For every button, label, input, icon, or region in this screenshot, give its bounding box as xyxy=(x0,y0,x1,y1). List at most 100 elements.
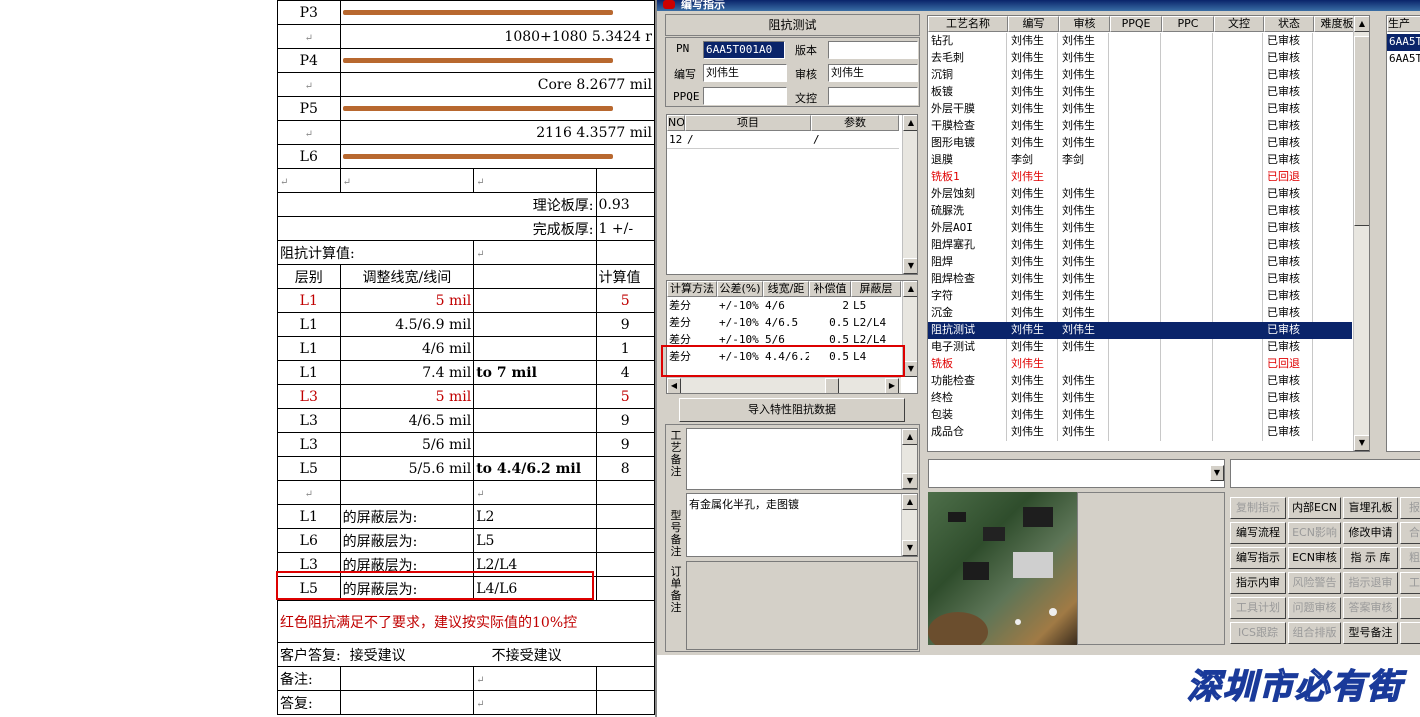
process-col-header[interactable]: 状态 xyxy=(1264,16,1314,32)
process-row[interactable]: 功能检查 刘伟生 刘伟生 已审核 xyxy=(928,373,1359,390)
action-button[interactable]: 指 示 库 xyxy=(1343,547,1398,569)
param-row[interactable]: 12 / / xyxy=(667,132,899,149)
process-row[interactable]: 外层蚀刻 刘伟生 刘伟生 已审核 xyxy=(928,186,1359,203)
action-button[interactable]: 合拼 xyxy=(1400,522,1420,544)
action-button[interactable] xyxy=(1400,622,1420,644)
model-note-textarea[interactable]: 有金属化半孔，走图镀 ▲ ▼ xyxy=(686,493,918,557)
scroll-up-icon[interactable]: ▲ xyxy=(902,429,917,445)
process-row[interactable]: 阻焊塞孔 刘伟生 刘伟生 已审核 xyxy=(928,237,1359,254)
impedance-row[interactable]: 差分 +/-10% 5/6 0.5 L2/L4 xyxy=(667,332,901,349)
production-list[interactable]: 生产 6AA5T0 6AA5T0 xyxy=(1386,15,1420,452)
process-row[interactable]: 电子测试 刘伟生 刘伟生 已审核 xyxy=(928,339,1359,356)
action-button[interactable]: 指示内审 xyxy=(1230,572,1286,594)
action-button[interactable]: 型号备注 xyxy=(1343,622,1398,644)
process-row[interactable]: 去毛刺 刘伟生 刘伟生 已审核 xyxy=(928,50,1359,67)
action-button[interactable]: 复制指示 xyxy=(1230,497,1286,519)
process-row[interactable]: 阻焊 刘伟生 刘伟生 已审核 xyxy=(928,254,1359,271)
action-button[interactable]: 报价 xyxy=(1400,497,1420,519)
imp-col-comp[interactable]: 补偿值 xyxy=(809,281,851,297)
ppqe-field[interactable] xyxy=(703,87,787,105)
impedance-row[interactable]: 差分 +/-10% 4.4/6.2 0.5 L4 xyxy=(667,349,901,366)
window-titlebar[interactable]: 编写指示 xyxy=(657,0,1420,11)
process-row[interactable]: 阻抗测试 刘伟生 刘伟生 已审核 xyxy=(928,322,1352,339)
process-col-header[interactable]: PPQE xyxy=(1110,16,1162,32)
accept-option[interactable]: 接受建议 xyxy=(350,648,406,664)
process-scrollbar[interactable]: ▲ ▼ xyxy=(1353,16,1369,451)
combo-box-left[interactable]: ▼ xyxy=(928,459,1225,488)
action-button[interactable]: ECN影响 xyxy=(1288,522,1341,544)
param-col-no[interactable]: NO xyxy=(667,115,685,131)
reject-option[interactable]: 不接受建议 xyxy=(492,648,562,664)
chevron-down-icon[interactable]: ▼ xyxy=(1210,465,1224,481)
parameter-grid[interactable]: NO 项目 参数 12 / / ▲ ▼ xyxy=(666,114,918,275)
process-row[interactable]: 退膜 李剑 李剑 已审核 xyxy=(928,152,1359,169)
action-button[interactable]: 指示退审 xyxy=(1343,572,1398,594)
action-button[interactable]: 粗略 xyxy=(1400,547,1420,569)
editor-field[interactable]: 刘伟生 xyxy=(703,64,787,82)
action-button[interactable]: 盲埋孔板 xyxy=(1343,497,1398,519)
process-col-header[interactable]: 文控 xyxy=(1214,16,1264,32)
scroll-thumb[interactable] xyxy=(1354,36,1369,226)
action-button[interactable]: 修改申请 xyxy=(1343,522,1398,544)
pn-field[interactable]: 6AA5T001A0 xyxy=(703,41,785,59)
scroll-down-icon[interactable]: ▼ xyxy=(902,473,917,489)
production-header[interactable]: 生产 xyxy=(1387,16,1420,32)
impedance-row[interactable]: 差分 +/-10% 4/6.5 0.5 L2/L4 xyxy=(667,315,901,332)
imp-col-width[interactable]: 线宽/距 xyxy=(763,281,809,297)
process-row[interactable]: 铣板 刘伟生 已回退 xyxy=(928,356,1359,373)
action-button[interactable]: 编写流程 xyxy=(1230,522,1286,544)
process-grid[interactable]: 工艺名称 编写 审核 PPQE PPC 文控 状态 难度板 钻孔 刘伟生 刘伟生 已审核 去毛刺 刘伟生… xyxy=(927,15,1370,452)
imp-hscrollbar[interactable]: ◀ ▶ xyxy=(667,377,901,393)
action-button[interactable]: 内部ECN xyxy=(1288,497,1341,519)
process-row[interactable]: 包装 刘伟生 刘伟生 已审核 xyxy=(928,407,1359,424)
scroll-left-icon[interactable]: ◀ xyxy=(667,378,681,393)
scroll-up-icon[interactable]: ▲ xyxy=(1354,16,1369,32)
process-row[interactable]: 阻焊检查 刘伟生 刘伟生 已审核 xyxy=(928,271,1359,288)
production-item[interactable]: 6AA5T0 xyxy=(1387,51,1420,68)
doc-control-field[interactable] xyxy=(828,87,918,105)
scroll-right-icon[interactable]: ▶ xyxy=(885,378,899,393)
process-col-header[interactable]: PPC xyxy=(1162,16,1214,32)
version-field[interactable] xyxy=(828,41,918,59)
production-item[interactable]: 6AA5T0 xyxy=(1387,34,1420,51)
process-row[interactable]: 沉金 刘伟生 刘伟生 已审核 xyxy=(928,305,1359,322)
action-button[interactable]: 工具计划 xyxy=(1230,597,1286,619)
scroll-up-icon[interactable]: ▲ xyxy=(902,494,917,510)
scroll-up-icon[interactable]: ▲ xyxy=(903,115,917,131)
impedance-grid[interactable]: 计算方法 公差(%) 线宽/距 补偿值 屏蔽层 差分 +/-10% 4/6 2 L5 差分… xyxy=(666,280,918,394)
action-button[interactable]: ECN审核 xyxy=(1288,547,1341,569)
action-button[interactable]: 风险警告 xyxy=(1288,572,1341,594)
imp-col-method[interactable]: 计算方法 xyxy=(667,281,717,297)
param-col-value[interactable]: 参数 xyxy=(811,115,899,131)
process-row[interactable]: 钻孔 刘伟生 刘伟生 已审核 xyxy=(928,33,1359,50)
process-row[interactable]: 成品仓 刘伟生 刘伟生 已审核 xyxy=(928,424,1359,441)
process-row[interactable]: 外层干膜 刘伟生 刘伟生 已审核 xyxy=(928,101,1359,118)
scroll-up-icon[interactable]: ▲ xyxy=(903,281,917,297)
impedance-row[interactable]: 差分 +/-10% 4/6 2 L5 xyxy=(667,298,901,315)
process-col-header[interactable]: 编写 xyxy=(1008,16,1059,32)
import-impedance-button[interactable]: 导入特性阻抗数据 xyxy=(679,398,905,422)
process-row[interactable]: 终检 刘伟生 刘伟生 已审核 xyxy=(928,390,1359,407)
combo-box-right[interactable] xyxy=(1230,459,1420,488)
process-row[interactable]: 字符 刘伟生 刘伟生 已审核 xyxy=(928,288,1359,305)
review-field[interactable]: 刘伟生 xyxy=(828,64,918,82)
action-button[interactable]: 工厂 xyxy=(1400,572,1420,594)
action-button[interactable]: 编写指示 xyxy=(1230,547,1286,569)
scroll-thumb[interactable] xyxy=(825,378,839,393)
process-row[interactable]: 干膜检查 刘伟生 刘伟生 已审核 xyxy=(928,118,1359,135)
process-col-header[interactable]: 工艺名称 xyxy=(928,16,1008,32)
process-row[interactable]: 外层AOI 刘伟生 刘伟生 已审核 xyxy=(928,220,1359,237)
process-row[interactable]: 板镀 刘伟生 刘伟生 已审核 xyxy=(928,84,1359,101)
process-row[interactable]: 图形电镀 刘伟生 刘伟生 已审核 xyxy=(928,135,1359,152)
process-row[interactable]: 硫脲洗 刘伟生 刘伟生 已审核 xyxy=(928,203,1359,220)
process-row[interactable]: 铣板1 刘伟生 已回退 xyxy=(928,169,1359,186)
order-note-textarea[interactable] xyxy=(686,561,918,650)
process-col-header[interactable]: 审核 xyxy=(1059,16,1110,32)
action-button[interactable]: 问题审核 xyxy=(1288,597,1341,619)
action-button[interactable] xyxy=(1400,597,1420,619)
action-button[interactable]: 答案审核 xyxy=(1343,597,1398,619)
param-scrollbar[interactable]: ▲ ▼ xyxy=(902,115,917,274)
scroll-down-icon[interactable]: ▼ xyxy=(903,361,917,377)
craft-note-textarea[interactable]: ▲ ▼ xyxy=(686,428,918,490)
imp-col-tolerance[interactable]: 公差(%) xyxy=(717,281,763,297)
